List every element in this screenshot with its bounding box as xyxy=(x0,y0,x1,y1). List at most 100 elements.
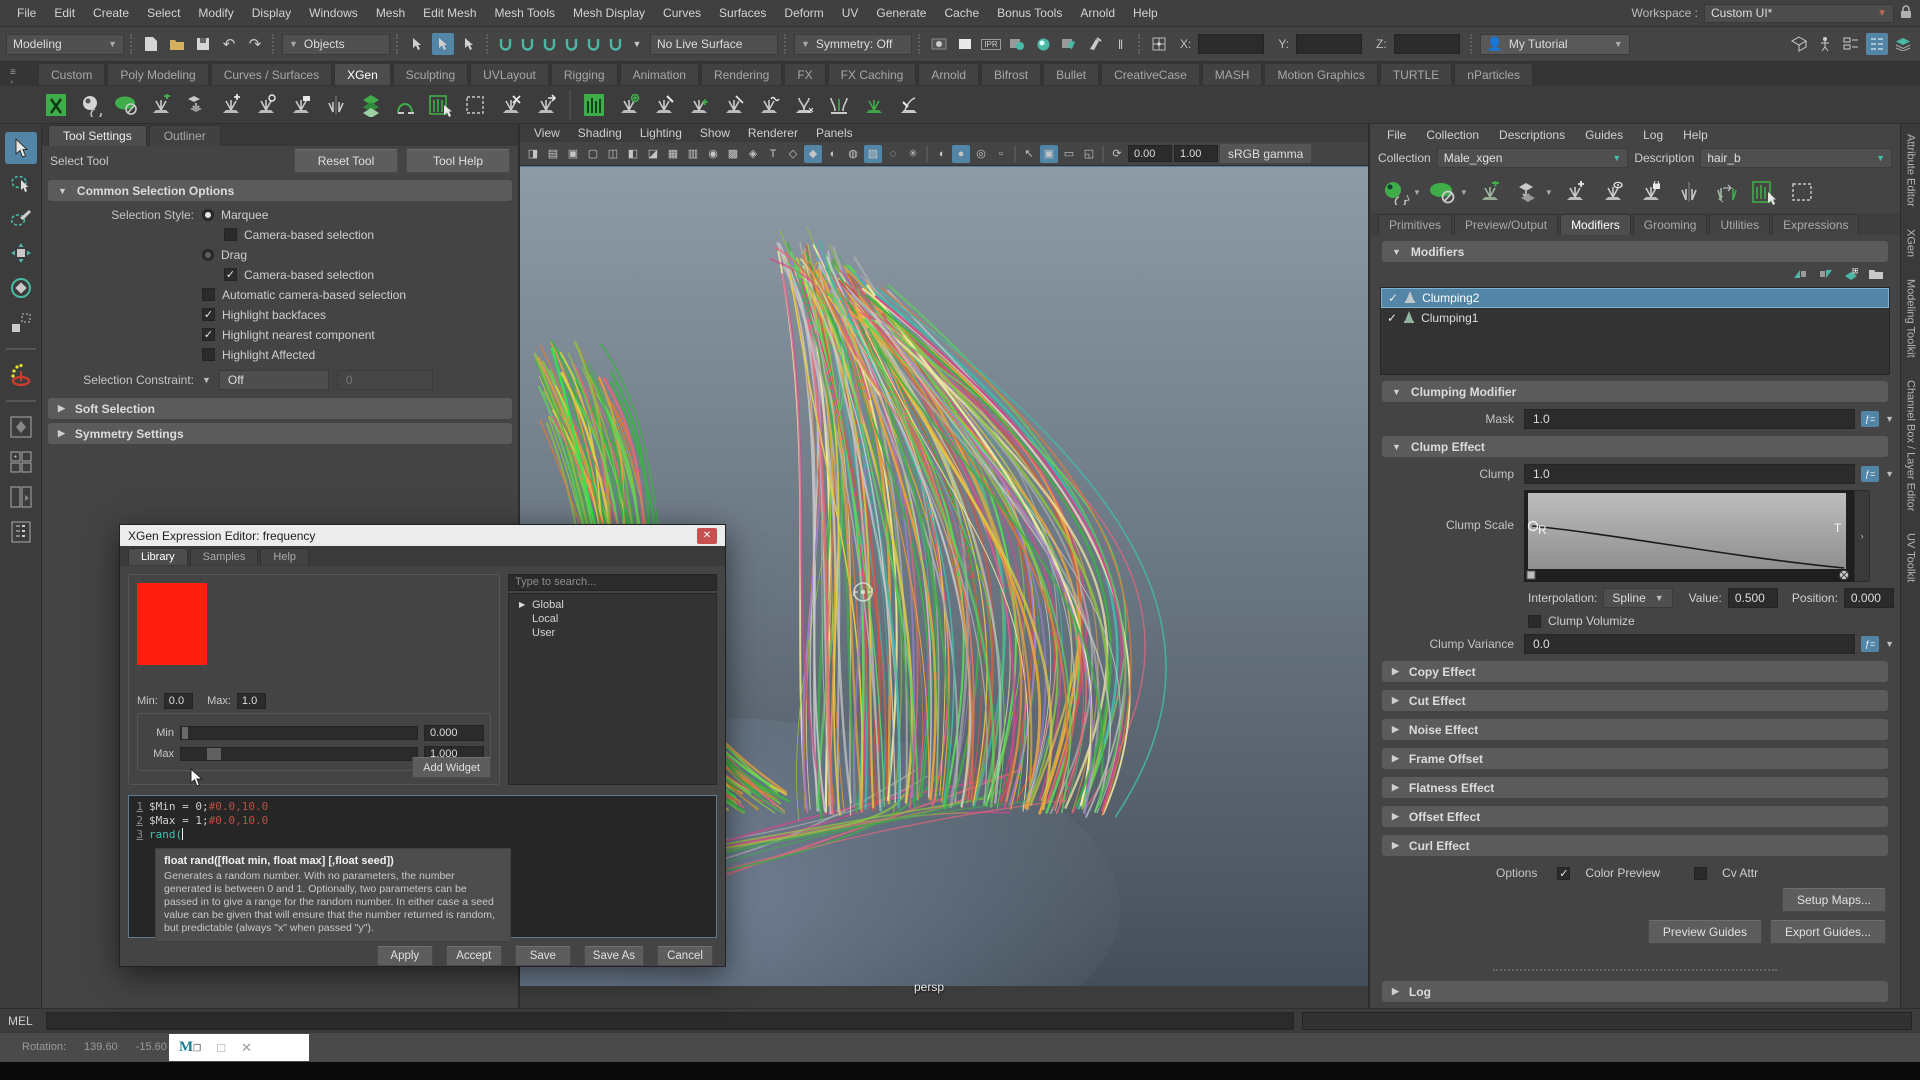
shelf-tab-xgen[interactable]: XGen xyxy=(334,63,391,85)
pause-icon[interactable]: ‖ xyxy=(1110,33,1132,55)
channel-box-toggle-icon[interactable] xyxy=(1866,33,1888,55)
snap-icon-6[interactable] xyxy=(606,35,624,53)
live-surface-button[interactable]: No Live Surface xyxy=(650,34,778,55)
section-clump-effect[interactable]: ▼Clump Effect xyxy=(1382,436,1888,457)
expression-icon[interactable]: ƒ= xyxy=(1861,636,1879,652)
selection-constraint-dropdown[interactable]: Off xyxy=(219,370,329,390)
dialog-button-save-as[interactable]: Save As xyxy=(584,946,644,966)
viewport-toolbar-icon-5[interactable]: ◧ xyxy=(624,145,642,163)
snap-options-arrow[interactable]: ▼ xyxy=(628,35,646,53)
shelf-tab-animation[interactable]: Animation xyxy=(620,63,699,85)
dialog-button-accept[interactable]: Accept xyxy=(446,946,502,966)
dialog-tab-library[interactable]: Library xyxy=(128,548,188,565)
tree-item-user[interactable]: User xyxy=(509,626,716,640)
move-guides-icon[interactable] xyxy=(530,89,562,121)
viewport-toolbar-icon-4[interactable]: ◫ xyxy=(604,145,622,163)
groom-twist-icon[interactable] xyxy=(858,89,890,121)
section-header-copy-effect[interactable]: ▶Copy Effect xyxy=(1382,661,1888,682)
gamma-field[interactable]: 1.00 xyxy=(1174,145,1218,162)
xgen-tab-preview-output[interactable]: Preview/Output xyxy=(1454,214,1558,235)
groom-length-icon[interactable] xyxy=(683,89,715,121)
rotate-tool-button[interactable] xyxy=(5,272,37,304)
shelf-tab-turtle[interactable]: TURTLE xyxy=(1380,63,1452,85)
tool-help-button[interactable]: Tool Help xyxy=(406,149,510,173)
viewport-toolbar-icon-12[interactable]: T xyxy=(764,145,782,163)
chevron-down-icon[interactable]: ▼ xyxy=(1885,469,1894,479)
xgen-editor-icon[interactable] xyxy=(40,89,72,121)
shelf-tab-poly-modeling[interactable]: Poly Modeling xyxy=(107,63,208,85)
viewport-toolbar-icon-13[interactable]: ◇ xyxy=(784,145,802,163)
stop-icon[interactable]: □ xyxy=(217,1040,225,1055)
viewport-toolbar-icon-11[interactable]: ◈ xyxy=(744,145,762,163)
section-log[interactable]: ▶Log xyxy=(1382,981,1888,1002)
region-select-icon[interactable] xyxy=(1787,176,1819,208)
section-header-flatness-effect[interactable]: ▶Flatness Effect xyxy=(1382,777,1888,798)
viewport-toolbar-icon-26[interactable]: ↖ xyxy=(1020,145,1038,163)
color-preview-checkbox[interactable]: ✓ xyxy=(1557,867,1570,880)
groom-select-icon[interactable] xyxy=(1749,176,1781,208)
highlight-nearest-checkbox[interactable]: ✓ xyxy=(202,328,215,341)
left-panel-tab-outliner[interactable]: Outliner xyxy=(149,125,221,146)
menu-item-mesh[interactable]: Mesh xyxy=(367,2,414,24)
export-description-icon[interactable] xyxy=(1512,176,1544,208)
section-header-noise-effect[interactable]: ▶Noise Effect xyxy=(1382,719,1888,740)
expression-icon[interactable]: ƒ= xyxy=(1861,411,1879,427)
menu-item-edit-mesh[interactable]: Edit Mesh xyxy=(414,2,485,24)
menu-item-select[interactable]: Select xyxy=(138,2,189,24)
section-symmetry-settings[interactable]: ▶ Symmetry Settings xyxy=(48,423,512,444)
move-tool-button[interactable] xyxy=(5,237,37,269)
menu-item-display[interactable]: Display xyxy=(243,2,300,24)
description-dropdown[interactable]: hair_b▼ xyxy=(1700,148,1892,168)
interactive-groom-icon[interactable] xyxy=(578,89,610,121)
viewport-toolbar-icon-31[interactable]: ⟳ xyxy=(1108,145,1126,163)
mel-input[interactable] xyxy=(46,1012,1294,1030)
left-panel-tab-tool-settings[interactable]: Tool Settings xyxy=(48,125,147,146)
preview-guides-button[interactable]: Preview Guides xyxy=(1648,920,1762,944)
dialog-button-cancel[interactable]: Cancel xyxy=(657,946,713,966)
menu-item-mesh-tools[interactable]: Mesh Tools xyxy=(486,2,564,24)
cv-attr-checkbox[interactable] xyxy=(1694,867,1707,880)
menu-item-bonus-tools[interactable]: Bonus Tools xyxy=(988,2,1071,24)
drag-radio[interactable] xyxy=(202,249,214,261)
max-slider[interactable] xyxy=(180,747,418,761)
expression-icon[interactable]: ƒ= xyxy=(1861,466,1879,482)
clump-field[interactable]: 1.0 xyxy=(1524,464,1855,484)
shelf-tab-curves-surfaces[interactable]: Curves / Surfaces xyxy=(211,63,332,85)
lock-guide-icon[interactable] xyxy=(285,89,317,121)
menu-item-create[interactable]: Create xyxy=(84,2,138,24)
xgen-menu-help[interactable]: Help xyxy=(1674,126,1717,144)
range-min-value[interactable]: 0.0 xyxy=(164,693,193,709)
render-setup-icon[interactable] xyxy=(1058,33,1080,55)
lock-icon[interactable] xyxy=(1900,5,1912,22)
shelf-tab-arnold[interactable]: Arnold xyxy=(918,63,979,85)
snap-icon-3[interactable] xyxy=(540,35,558,53)
range-max-value[interactable]: 1.0 xyxy=(237,693,266,709)
shelf-tab-mash[interactable]: MASH xyxy=(1202,63,1263,85)
sidebar-vertical-tab-xgen[interactable]: XGen xyxy=(1905,229,1917,257)
shelf-tab-fx[interactable]: FX xyxy=(784,63,825,85)
tree-item-global[interactable]: ▶ Global xyxy=(509,598,716,612)
viewport-toolbar-icon-14[interactable]: ◆ xyxy=(804,145,822,163)
shelf-tab-uvlayout[interactable]: UVLayout xyxy=(470,63,549,85)
layout-single-pane-button[interactable] xyxy=(5,411,37,443)
scale-tool-button[interactable] xyxy=(5,307,37,339)
shelf-tab-rendering[interactable]: Rendering xyxy=(701,63,782,85)
mel-label[interactable]: MEL xyxy=(8,1014,38,1028)
chevron-down-icon[interactable]: ▼ xyxy=(1885,414,1894,424)
xgen-menu-guides[interactable]: Guides xyxy=(1576,126,1632,144)
x-coordinate-field[interactable] xyxy=(1198,34,1264,54)
dialog-tab-help[interactable]: Help xyxy=(260,548,309,565)
symmetry-dropdown[interactable]: ▼Symmetry: Off xyxy=(794,34,912,55)
create-guide-icon[interactable] xyxy=(215,89,247,121)
viewport-toolbar-icon-9[interactable]: ◉ xyxy=(704,145,722,163)
auto-camera-based-checkbox[interactable] xyxy=(202,288,215,301)
groom-cut-icon[interactable] xyxy=(718,89,750,121)
highlight-backfaces-checkbox[interactable]: ✓ xyxy=(202,308,215,321)
xgen-tab-modifiers[interactable]: Modifiers xyxy=(1560,214,1631,235)
tree-item-local[interactable]: Local xyxy=(509,612,716,626)
section-soft-selection[interactable]: ▶ Soft Selection xyxy=(48,398,512,419)
sidebar-vertical-tab-channel-box-layer-editor[interactable]: Channel Box / Layer Editor xyxy=(1905,380,1917,511)
undo-icon[interactable]: ↶ xyxy=(218,33,240,55)
xgen-clear-preview-icon-options-arrow[interactable]: ▼ xyxy=(1460,188,1468,197)
curve-attach-icon[interactable] xyxy=(390,89,422,121)
